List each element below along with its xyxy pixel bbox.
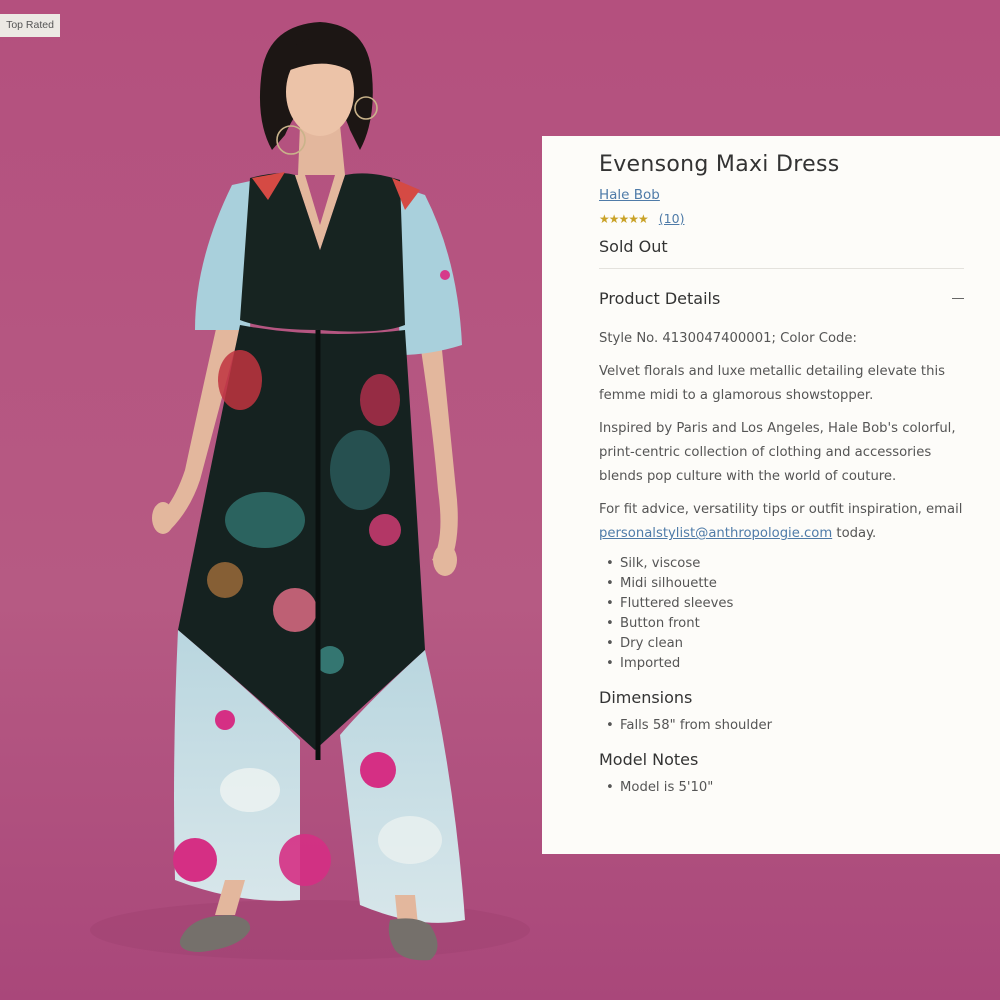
fit-advice-paragraph: For fit advice, versatility tips or outf…: [599, 498, 964, 546]
availability-status: Sold Out: [599, 237, 668, 256]
divider: [599, 268, 964, 269]
feature-list: • Silk, viscose • Midi silhouette • Flutter…: [599, 554, 964, 674]
product-details-heading: Product Details: [599, 289, 721, 308]
model-notes-list: • Model is 5'10": [599, 778, 964, 798]
brand-link[interactable]: Hale Bob: [599, 187, 660, 203]
list-item: • Model is 5'10": [606, 780, 714, 795]
list-item: • Button front: [606, 616, 700, 631]
review-count-link[interactable]: (10): [659, 211, 685, 226]
fit-advice-text: For fit advice, versatility tips or outf…: [599, 502, 963, 517]
stylist-email-link[interactable]: personalstylist@anthropologie.com: [599, 526, 832, 541]
model-notes-heading: Model Notes: [599, 750, 699, 769]
star-rating: ★★★★★: [599, 211, 649, 226]
list-item: • Midi silhouette: [606, 576, 717, 591]
top-rated-badge: Top Rated: [0, 14, 60, 37]
description-paragraph-1: Velvet florals and luxe metallic detaili…: [599, 364, 945, 403]
dimensions-heading: Dimensions: [599, 688, 693, 707]
rating-row: ★★★★★ (10): [599, 211, 964, 226]
collapse-icon[interactable]: [952, 298, 964, 299]
list-item: • Dry clean: [606, 636, 684, 651]
style-number: Style No. 4130047400001; Color Code:: [599, 331, 857, 346]
fit-advice-suffix: today.: [832, 526, 877, 541]
description-paragraph-2: Inspired by Paris and Los Angeles, Hale …: [599, 421, 956, 484]
list-item: • Falls 58" from shoulder: [606, 718, 772, 733]
list-item: • Fluttered sleeves: [606, 596, 734, 611]
product-details-header[interactable]: Product Details: [599, 289, 964, 308]
list-item: • Imported: [606, 656, 681, 671]
product-info-panel: Evensong Maxi Dress Hale Bob ★★★★★ (10) …: [542, 136, 1000, 854]
dimensions-list: • Falls 58" from shoulder: [599, 716, 964, 736]
product-title: Evensong Maxi Dress: [599, 152, 840, 177]
list-item: • Silk, viscose: [606, 556, 701, 571]
